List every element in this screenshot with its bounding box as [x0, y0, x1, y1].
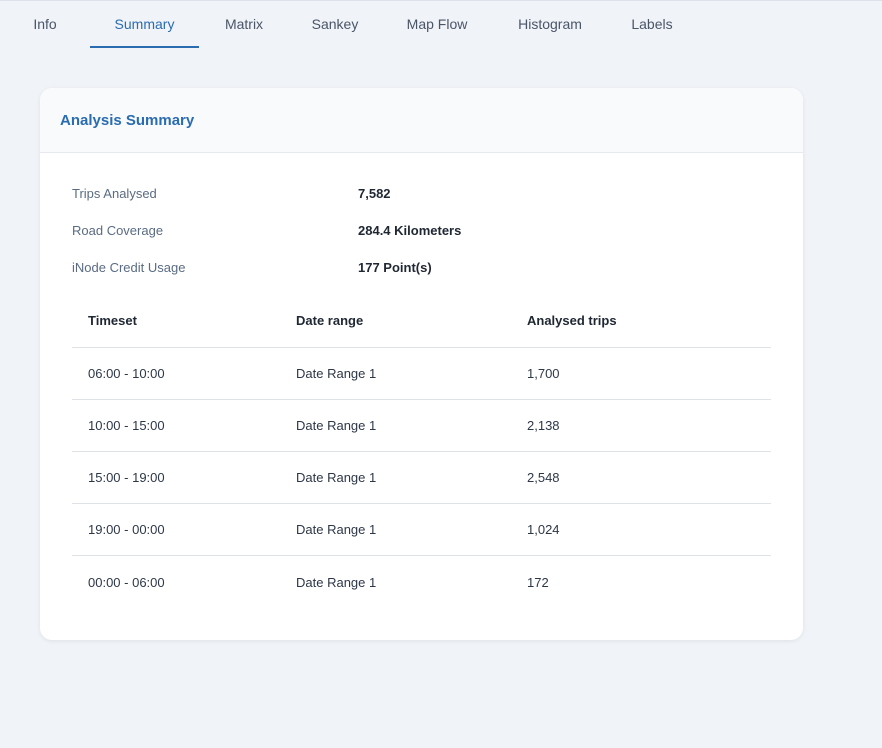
- cell-date-range: Date Range 1: [296, 418, 377, 433]
- stat-row-credit-usage: iNode Credit Usage 177 Point(s): [72, 249, 461, 286]
- tab-matrix[interactable]: Matrix: [199, 1, 289, 47]
- analysis-summary-card: Analysis Summary Trips Analysed 7,582 Ro…: [40, 88, 803, 640]
- tab-bar: Info Summary Matrix Sankey Map Flow Hist…: [0, 1, 882, 49]
- tab-histogram[interactable]: Histogram: [493, 1, 607, 47]
- card-title: Analysis Summary: [60, 112, 195, 129]
- table-row: 10:00 - 15:00 Date Range 1 2,138: [72, 400, 771, 452]
- tab-info[interactable]: Info: [12, 1, 78, 47]
- cell-timeset: 06:00 - 10:00: [88, 366, 165, 381]
- tab-sankey[interactable]: Sankey: [289, 1, 381, 47]
- stat-value: 177 Point(s): [358, 260, 432, 275]
- timeset-table: Timeset Date range Analysed trips 06:00 …: [72, 294, 771, 608]
- cell-analysed-trips: 172: [527, 574, 549, 590]
- tab-summary[interactable]: Summary: [90, 1, 199, 48]
- cell-date-range: Date Range 1: [296, 574, 377, 590]
- table-row: 15:00 - 19:00 Date Range 1 2,548: [72, 452, 771, 504]
- table-row: 06:00 - 10:00 Date Range 1 1,700: [72, 348, 771, 400]
- stats-list: Trips Analysed 7,582 Road Coverage 284.4…: [72, 175, 461, 286]
- tab-map-flow[interactable]: Map Flow: [381, 1, 493, 47]
- stat-value: 284.4 Kilometers: [358, 223, 462, 238]
- cell-analysed-trips: 2,138: [527, 418, 560, 433]
- cell-timeset: 15:00 - 19:00: [88, 470, 165, 485]
- stat-label: Trips Analysed: [72, 186, 157, 201]
- cell-date-range: Date Range 1: [296, 522, 377, 537]
- tab-labels[interactable]: Labels: [607, 1, 697, 47]
- table-header: Timeset Date range Analysed trips: [72, 294, 771, 348]
- table-row: 19:00 - 00:00 Date Range 1 1,024: [72, 504, 771, 556]
- cell-timeset: 10:00 - 15:00: [88, 418, 165, 433]
- stat-row-road-coverage: Road Coverage 284.4 Kilometers: [72, 212, 461, 249]
- column-header-timeset: Timeset: [88, 313, 137, 328]
- cell-timeset: 00:00 - 06:00: [88, 574, 165, 590]
- stat-label: Road Coverage: [72, 223, 164, 238]
- card-header: Analysis Summary: [40, 88, 803, 153]
- cell-date-range: Date Range 1: [296, 366, 377, 381]
- stat-value: 7,582: [358, 186, 391, 201]
- cell-timeset: 19:00 - 00:00: [88, 522, 165, 537]
- column-header-date-range: Date range: [296, 313, 364, 328]
- stat-label: iNode Credit Usage: [72, 260, 186, 275]
- cell-analysed-trips: 2,548: [527, 470, 560, 485]
- cell-date-range: Date Range 1: [296, 470, 377, 485]
- cell-analysed-trips: 1,700: [527, 366, 560, 381]
- column-header-analysed-trips: Analysed trips: [527, 313, 617, 328]
- cell-analysed-trips: 1,024: [527, 522, 560, 537]
- table-row: 00:00 - 06:00 Date Range 1 172: [72, 556, 771, 608]
- stat-row-trips: Trips Analysed 7,582: [72, 175, 461, 212]
